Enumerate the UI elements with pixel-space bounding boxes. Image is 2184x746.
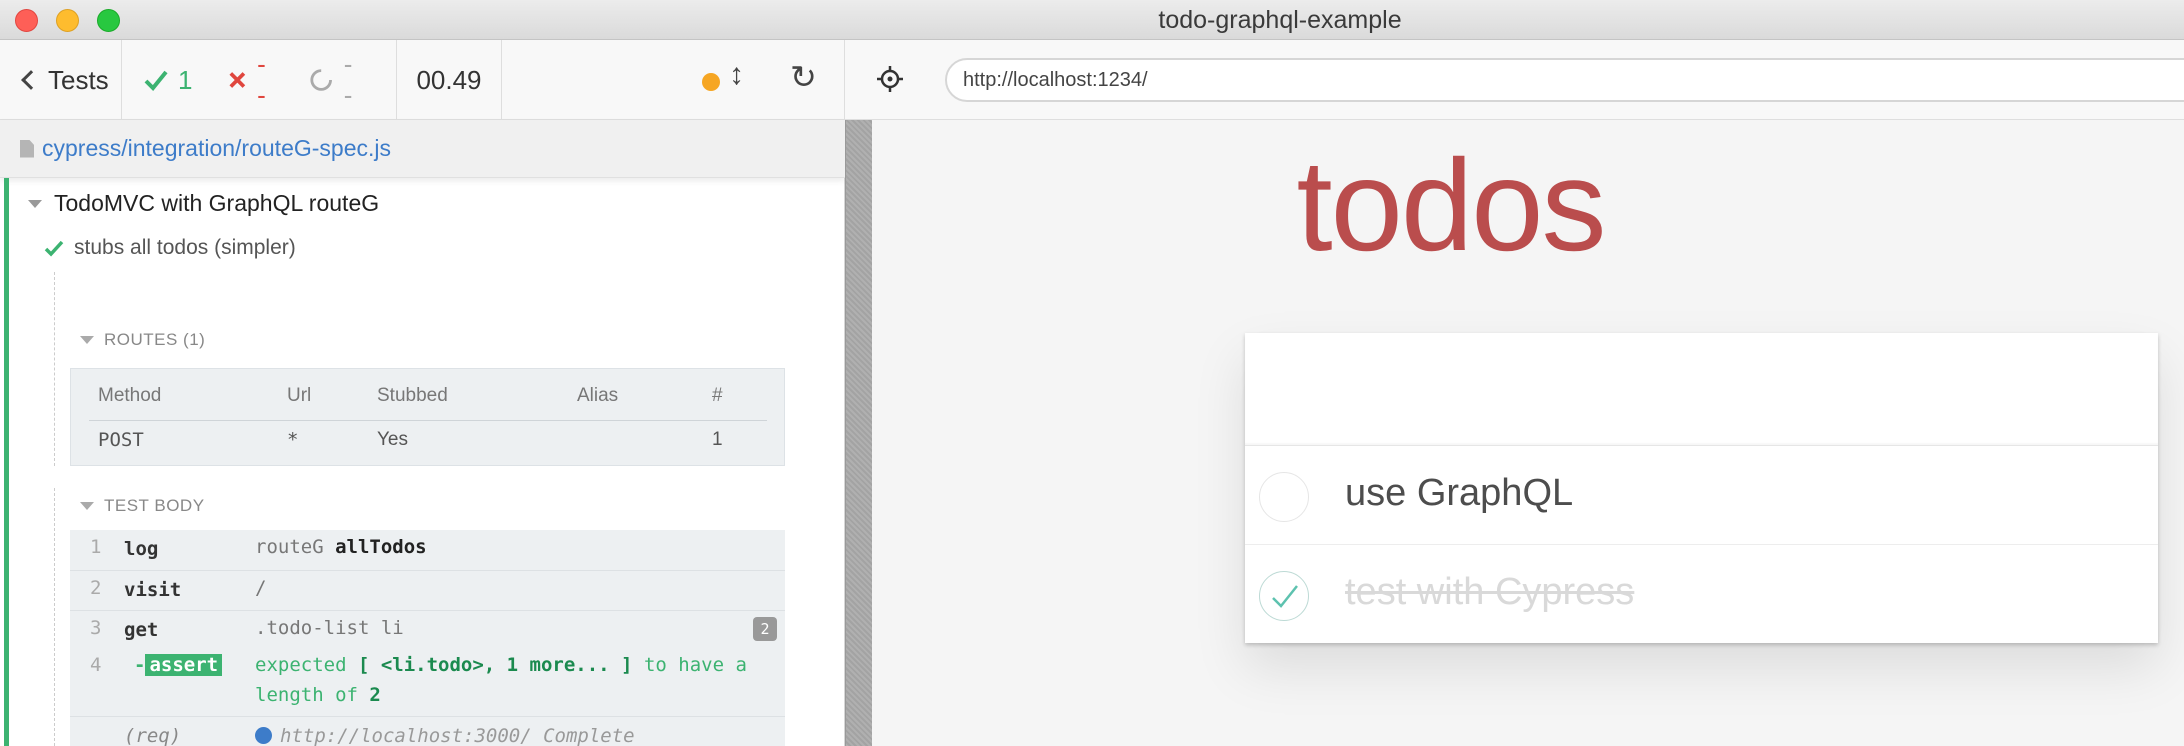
request-label: (req) bbox=[124, 725, 182, 746]
auto-scroll-toggle-icon[interactable]: ↕ bbox=[729, 58, 744, 92]
todo-toggle[interactable] bbox=[1259, 472, 1309, 522]
request-status-dot-icon bbox=[255, 727, 272, 744]
test-body-header[interactable]: TEST BODY bbox=[80, 496, 205, 516]
suite-title-label: TodoMVC with GraphQL routeG bbox=[54, 190, 380, 216]
passed-count: 1 bbox=[178, 64, 193, 95]
todo-app-card: use GraphQL test with Cypress bbox=[1245, 333, 2158, 643]
assert-dash: - bbox=[134, 654, 146, 676]
routes-col-method: Method bbox=[98, 385, 162, 406]
todo-label[interactable]: use GraphQL bbox=[1345, 472, 1573, 515]
command-number: 1 bbox=[90, 536, 102, 558]
crosshair-icon[interactable] bbox=[875, 64, 905, 94]
command-number: 3 bbox=[90, 617, 102, 639]
list-item: use GraphQL bbox=[1245, 446, 2158, 545]
url-bar[interactable]: http://localhost:1234/ bbox=[945, 58, 2184, 102]
routes-col-stubbed: Stubbed bbox=[377, 385, 448, 406]
log-message-strong: allTodos bbox=[335, 536, 427, 558]
assert-message: expected [ <li.todo>, 1 more... ] to hav… bbox=[255, 650, 765, 710]
route-stubbed: Yes bbox=[377, 429, 408, 450]
request-message: http://localhost:3000/ Complete bbox=[255, 725, 635, 746]
routes-header[interactable]: ROUTES (1) bbox=[80, 330, 205, 350]
pending-stat: -- bbox=[309, 49, 360, 111]
routes-table-header: Method Url Stubbed Alias # bbox=[71, 377, 786, 421]
stats-group: 1 -- -- bbox=[122, 40, 397, 120]
list-item: test with Cypress bbox=[1245, 545, 2158, 644]
command-row-get[interactable]: 3 get .todo-list li 2 bbox=[70, 610, 785, 650]
x-icon bbox=[229, 72, 246, 88]
command-row-log[interactable]: 1 log routeG allTodos bbox=[70, 530, 785, 570]
todo-toggle[interactable] bbox=[1259, 571, 1309, 621]
reporter-panel: Tests 1 -- -- 00.49 ↕ ↻ cypress/integrat… bbox=[0, 40, 845, 746]
spec-file-link[interactable]: cypress/integration/routeG-spec.js bbox=[42, 135, 391, 162]
assert-message-part: expected bbox=[255, 654, 358, 676]
element-count-badge: 2 bbox=[753, 617, 777, 641]
command-number: 4 bbox=[90, 654, 102, 676]
duration-timer: 00.49 bbox=[397, 40, 502, 120]
log-message-prefix: routeG bbox=[255, 536, 336, 558]
command-name: visit bbox=[124, 579, 182, 601]
request-message-text: http://localhost:3000/ Complete bbox=[280, 725, 635, 746]
command-name: log bbox=[124, 538, 159, 560]
route-method: POST bbox=[98, 429, 144, 451]
routes-col-count: # bbox=[712, 385, 723, 406]
command-message: / bbox=[255, 577, 267, 599]
check-icon bbox=[144, 70, 168, 91]
collapse-triangle-icon bbox=[80, 502, 94, 510]
command-row-assert[interactable]: 4 - assert expected [ <li.todo>, 1 more..… bbox=[70, 650, 785, 722]
routes-col-alias: Alias bbox=[577, 385, 619, 406]
spec-file-bar: cypress/integration/routeG-spec.js bbox=[0, 120, 845, 178]
window-title: todo-graphql-example bbox=[1158, 6, 1402, 34]
assert-message-subject: [ <li.todo>, 1 more... ] bbox=[357, 654, 633, 676]
assert-badge: assert bbox=[145, 654, 223, 676]
routes-guide-line bbox=[54, 272, 55, 466]
command-name: - assert bbox=[134, 654, 223, 676]
spinner-icon bbox=[310, 68, 333, 91]
runnables-list: TodoMVC with GraphQL routeG stubs all to… bbox=[0, 178, 845, 746]
rerun-tests-icon[interactable]: ↻ bbox=[790, 58, 817, 96]
assert-message-value: 2 bbox=[369, 684, 381, 706]
test-body-header-label: TEST BODY bbox=[104, 496, 205, 515]
passed-stat: 1 bbox=[144, 65, 192, 96]
command-message: .todo-list li bbox=[255, 617, 404, 639]
failed-count: -- bbox=[257, 49, 266, 110]
auto-scroll-indicator-icon bbox=[702, 73, 720, 91]
panel-resizer[interactable] bbox=[845, 120, 872, 746]
command-number: 2 bbox=[90, 577, 102, 599]
stats-bar: Tests 1 -- -- 00.49 ↕ ↻ bbox=[0, 40, 845, 120]
table-row: POST * Yes 1 bbox=[71, 421, 786, 465]
route-url: * bbox=[287, 429, 299, 451]
chevron-left-icon bbox=[21, 70, 41, 90]
aut-header: http://localhost:1234/ bbox=[845, 40, 2184, 120]
command-log: 1 log routeG allTodos 2 visit / 3 get .t… bbox=[70, 530, 785, 746]
suite-title[interactable]: TodoMVC with GraphQL routeG bbox=[28, 190, 379, 217]
check-icon bbox=[44, 240, 64, 257]
file-icon bbox=[20, 139, 34, 158]
todo-label[interactable]: test with Cypress bbox=[1345, 571, 1634, 614]
test-title[interactable]: stubs all todos (simpler) bbox=[44, 236, 296, 260]
tests-button-label: Tests bbox=[48, 64, 109, 95]
command-row-request[interactable]: (req) http://localhost:3000/ Complete bbox=[70, 716, 785, 746]
body-guide-line bbox=[54, 488, 55, 746]
command-name: get bbox=[124, 619, 159, 641]
passed-rail bbox=[4, 178, 9, 746]
routes-table: Method Url Stubbed Alias # POST * Yes 1 bbox=[70, 368, 785, 466]
failed-stat: -- bbox=[228, 49, 273, 111]
window-titlebar: todo-graphql-example bbox=[0, 0, 2184, 40]
command-row-visit[interactable]: 2 visit / bbox=[70, 570, 785, 610]
new-todo-input[interactable] bbox=[1245, 333, 2158, 446]
collapse-triangle-icon bbox=[28, 199, 42, 208]
command-message: routeG allTodos bbox=[255, 536, 427, 558]
collapse-triangle-icon bbox=[80, 336, 94, 344]
check-icon bbox=[1272, 585, 1298, 608]
reporter-controls: ↕ ↻ bbox=[502, 40, 845, 120]
route-count: 1 bbox=[712, 429, 723, 450]
tests-back-button[interactable]: Tests bbox=[0, 40, 122, 120]
app-title: todos bbox=[1296, 132, 1606, 278]
routes-col-url: Url bbox=[287, 385, 312, 406]
test-title-label: stubs all todos (simpler) bbox=[74, 236, 296, 259]
routes-header-label: ROUTES (1) bbox=[104, 330, 206, 349]
app-under-test: todos use GraphQL test with Cypress bbox=[872, 120, 2184, 746]
pending-count: -- bbox=[343, 49, 353, 110]
